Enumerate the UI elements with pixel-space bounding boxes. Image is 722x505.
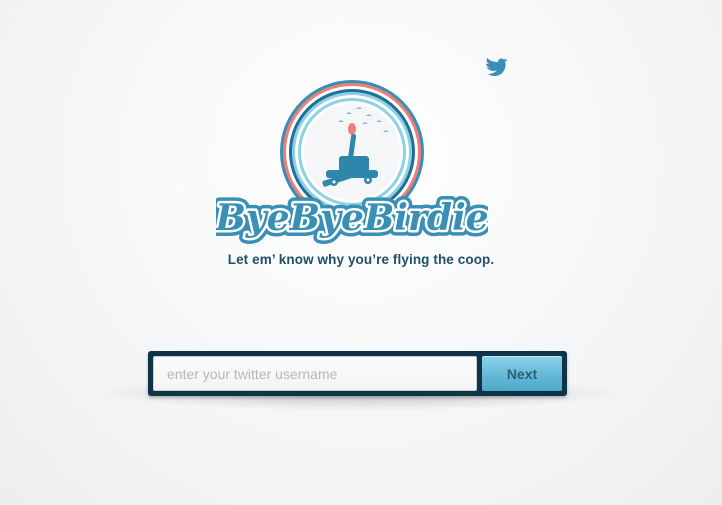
brand-wordmark: ByeByeBirdie ByeByeBirdie ByeByeBirdie <box>216 191 488 245</box>
svg-text:ByeByeBirdie: ByeByeBirdie <box>216 197 488 239</box>
tagline: Let em’ know why you’re flying the coop. <box>227 252 495 267</box>
next-button[interactable]: Next <box>482 356 562 391</box>
twitter-username-input[interactable] <box>153 356 477 391</box>
byebyebirdie-logo: ByeByeBirdie ByeByeBirdie ByeByeBirdie <box>216 80 488 245</box>
